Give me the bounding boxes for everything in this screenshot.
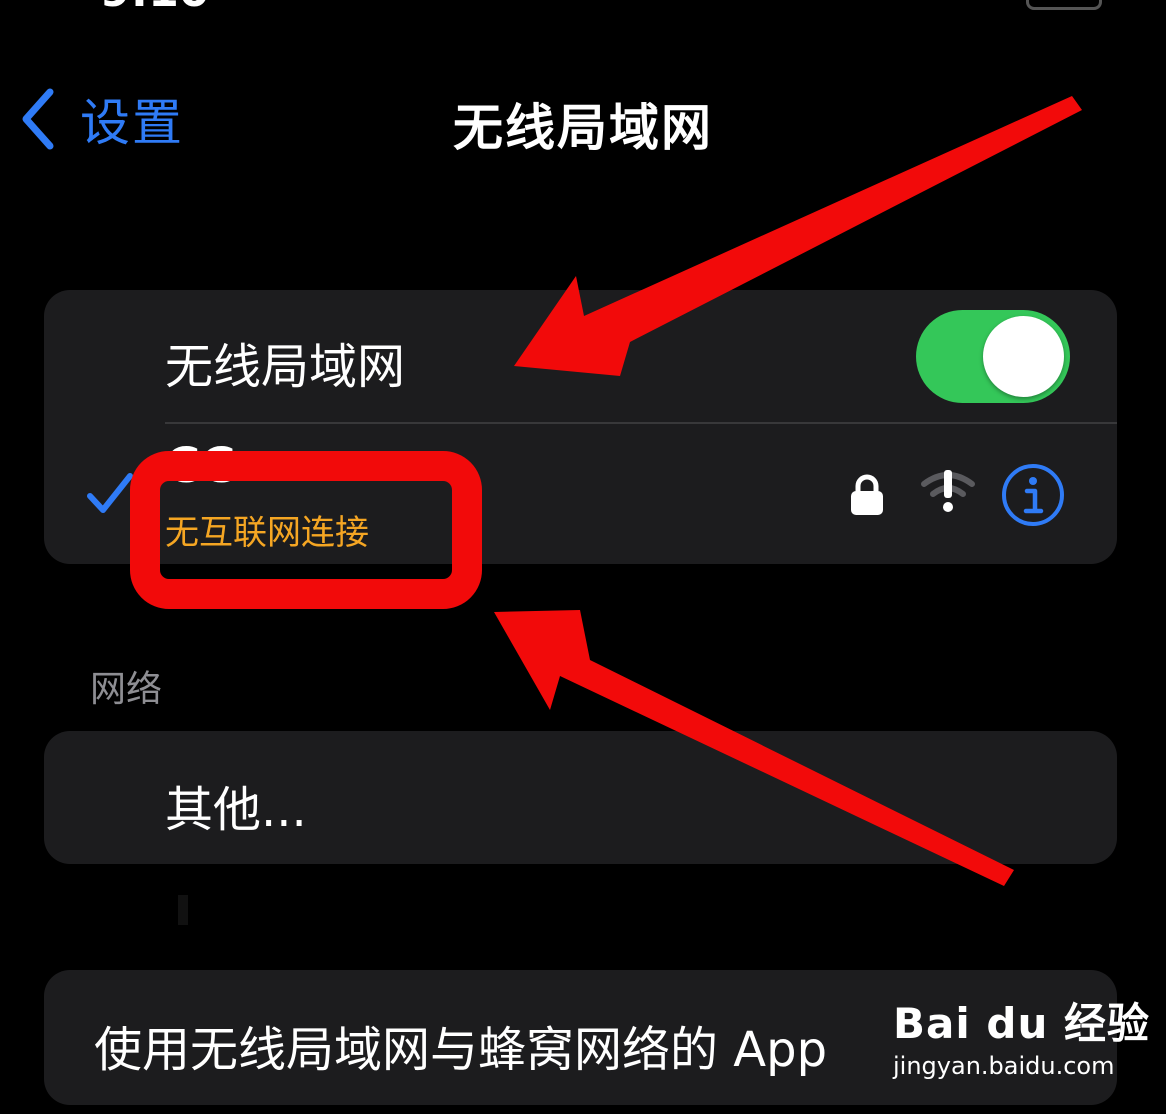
page-title: 无线局域网 (453, 99, 713, 157)
wifi-toggle-label: 无线局域网 (165, 339, 406, 395)
watermark-url: jingyan.baidu.com (893, 1052, 1115, 1080)
status-time: 9:10 (100, 0, 209, 17)
network-status: 无互联网连接 (165, 513, 369, 553)
wifi-warning-icon (921, 470, 975, 512)
divider (165, 422, 1117, 424)
info-icon[interactable] (1000, 462, 1066, 528)
battery-icon (1026, 0, 1102, 10)
faint-mark (178, 895, 188, 925)
other-network-label: 其他... (165, 782, 307, 838)
wifi-toggle[interactable] (916, 310, 1070, 403)
baidu-watermark: Bai du 经验 jingyan.baidu.com (893, 990, 1149, 1090)
networks-header: 网络 (90, 669, 163, 710)
checkmark-icon (87, 473, 133, 513)
toggle-knob (983, 316, 1064, 397)
lock-icon (851, 474, 883, 515)
watermark-logo: Bai du 经验 (893, 999, 1150, 1048)
apps-using-wifi-label: 使用无线局域网与蜂窝网络的 App (94, 1022, 828, 1078)
network-name[interactable]: CC (165, 440, 235, 492)
